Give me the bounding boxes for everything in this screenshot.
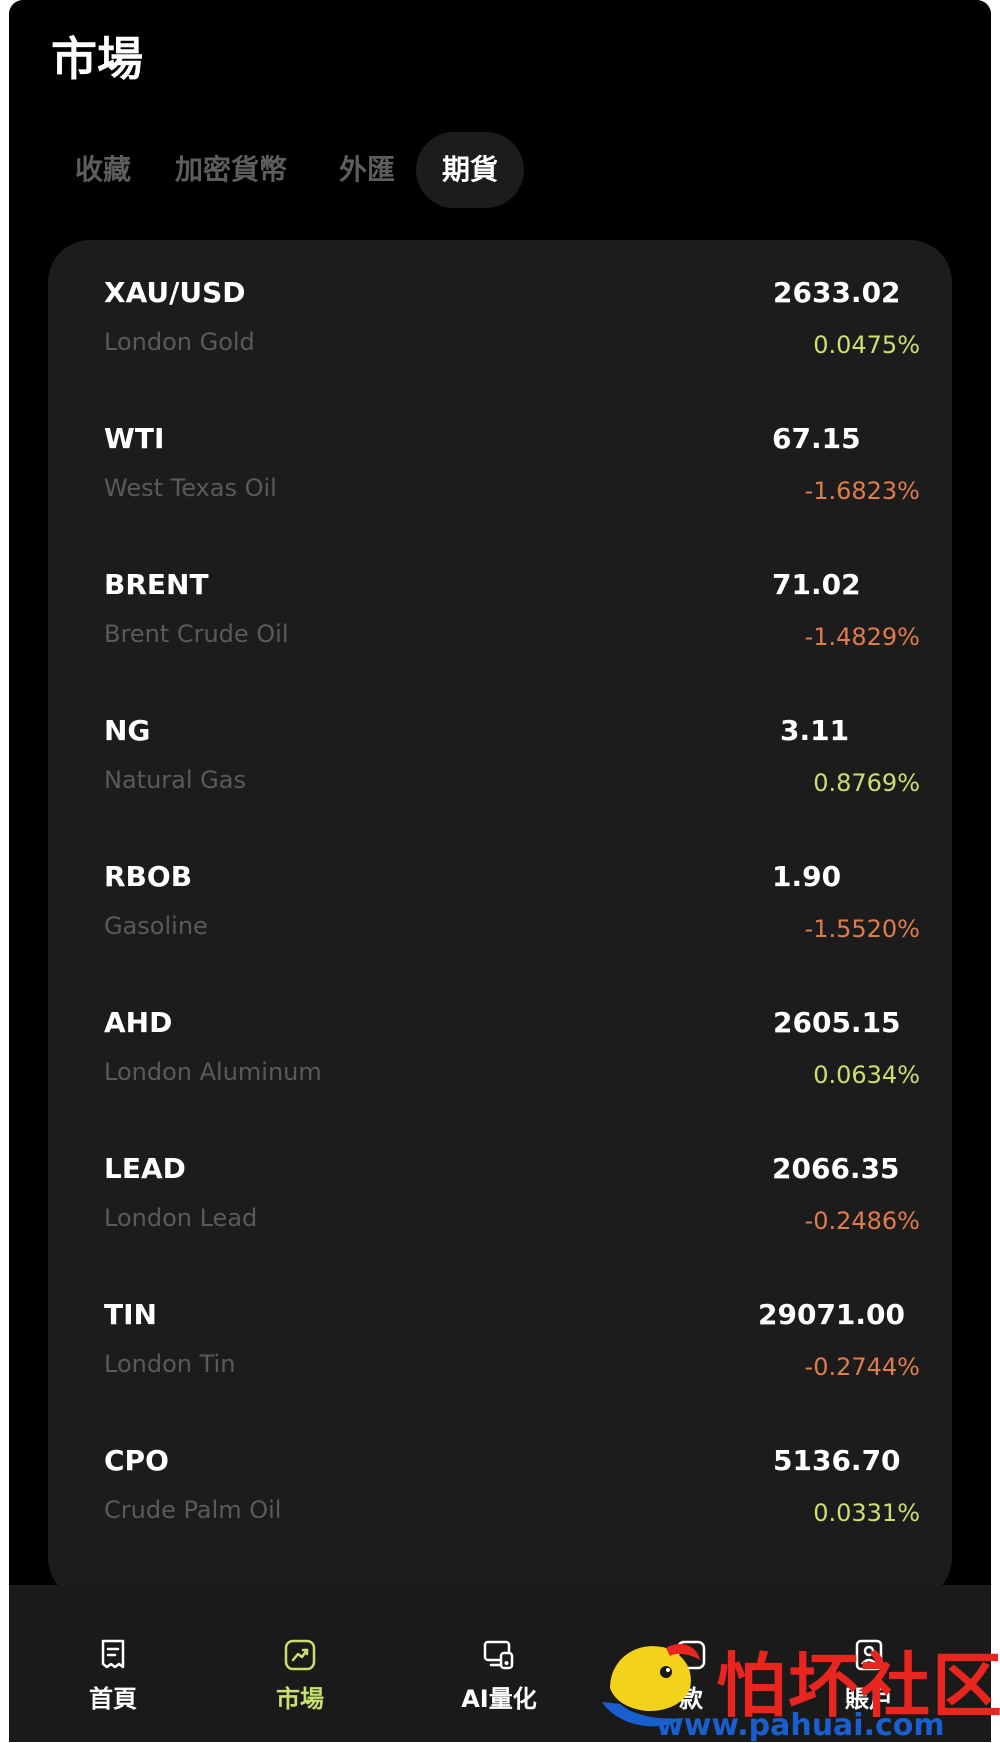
- quote-change: -1.4829%: [804, 623, 920, 651]
- quote-row[interactable]: AHD London Aluminum 2605.15 0.0634%: [48, 970, 952, 1116]
- quote-symbol: LEAD: [104, 1152, 186, 1185]
- quote-price: 5136.70: [773, 1444, 901, 1477]
- nav-market[interactable]: 市場: [240, 1637, 360, 1727]
- quote-name: Natural Gas: [104, 766, 246, 794]
- quote-name: Crude Palm Oil: [104, 1496, 282, 1524]
- quote-name: London Tin: [104, 1350, 236, 1378]
- quote-name: Gasoline: [104, 912, 208, 940]
- quote-list: XAU/USD London Gold 2633.02 0.0475% WTI …: [48, 240, 952, 1600]
- nav-market-label: 市場: [276, 1685, 324, 1713]
- quote-symbol: CPO: [104, 1444, 169, 1477]
- quote-change: 0.0475%: [813, 331, 920, 359]
- quote-change: -1.5520%: [804, 915, 920, 943]
- nav-home[interactable]: 首頁: [53, 1637, 173, 1727]
- quote-row[interactable]: LEAD London Lead 2066.35 -0.2486%: [48, 1116, 952, 1262]
- nav-home-label: 首頁: [89, 1685, 137, 1713]
- quote-row[interactable]: CPO Crude Palm Oil 5136.70 0.0331%: [48, 1408, 952, 1554]
- ai-quant-icon: [483, 1640, 514, 1670]
- quote-price: 29071.00: [758, 1298, 906, 1331]
- watermark-logo: 怕坏社区 www.pahuai.com: [596, 1630, 1000, 1743]
- quote-row[interactable]: TIN London Tin 29071.00 -0.2744%: [48, 1262, 952, 1408]
- tab-forex[interactable]: 外匯: [327, 132, 407, 208]
- app-screen: 市場 收藏 加密貨幣 外匯 期貨 XAU/USD London Gold 263…: [9, 0, 991, 1742]
- quote-name: West Texas Oil: [104, 474, 277, 502]
- quote-symbol: BRENT: [104, 568, 209, 601]
- quote-symbol: AHD: [104, 1006, 173, 1039]
- quote-price: 2605.15: [773, 1006, 901, 1039]
- quote-symbol: XAU/USD: [104, 276, 246, 309]
- quote-price: 71.02: [772, 568, 861, 601]
- quote-name: Brent Crude Oil: [104, 620, 289, 648]
- quote-price: 2066.35: [772, 1152, 900, 1185]
- quote-symbol: WTI: [104, 422, 165, 455]
- tab-futures[interactable]: 期貨: [416, 132, 524, 208]
- nav-ai-quant[interactable]: AI量化: [439, 1637, 559, 1727]
- quote-change: -0.2486%: [804, 1207, 920, 1235]
- quote-change: -1.6823%: [804, 477, 920, 505]
- quote-price: 1.90: [772, 860, 842, 893]
- quote-price: 3.11: [780, 714, 850, 747]
- quote-change: 0.8769%: [813, 769, 920, 797]
- quote-name: London Lead: [104, 1204, 258, 1232]
- tab-favorites[interactable]: 收藏: [53, 132, 153, 208]
- quote-row[interactable]: RBOB Gasoline 1.90 -1.5520%: [48, 824, 952, 970]
- quote-price: 67.15: [772, 422, 861, 455]
- quote-row[interactable]: WTI West Texas Oil 67.15 -1.6823%: [48, 386, 952, 532]
- quote-row[interactable]: BRENT Brent Crude Oil 71.02 -1.4829%: [48, 532, 952, 678]
- receipt-icon: [101, 1639, 125, 1669]
- market-tabs: 收藏 加密貨幣 外匯 期貨: [9, 132, 991, 208]
- quote-name: London Aluminum: [104, 1058, 322, 1086]
- nav-ai-quant-label: AI量化: [461, 1685, 537, 1713]
- quote-change: -0.2744%: [804, 1353, 920, 1381]
- chart-trend-icon: [284, 1639, 316, 1671]
- quote-price: 2633.02: [773, 276, 901, 309]
- quote-symbol: TIN: [104, 1298, 157, 1331]
- tab-crypto[interactable]: 加密貨幣: [169, 132, 293, 208]
- watermark-url: www.pahuai.com: [656, 1708, 945, 1743]
- quote-name: London Gold: [104, 328, 255, 356]
- quote-symbol: RBOB: [104, 860, 193, 893]
- quote-change: 0.0331%: [813, 1499, 920, 1527]
- page-title: 市場: [51, 32, 143, 86]
- quote-change: 0.0634%: [813, 1061, 920, 1089]
- quote-symbol: NG: [104, 714, 151, 747]
- quote-row[interactable]: XAU/USD London Gold 2633.02 0.0475%: [48, 240, 952, 386]
- quote-row[interactable]: NG Natural Gas 3.11 0.8769%: [48, 678, 952, 824]
